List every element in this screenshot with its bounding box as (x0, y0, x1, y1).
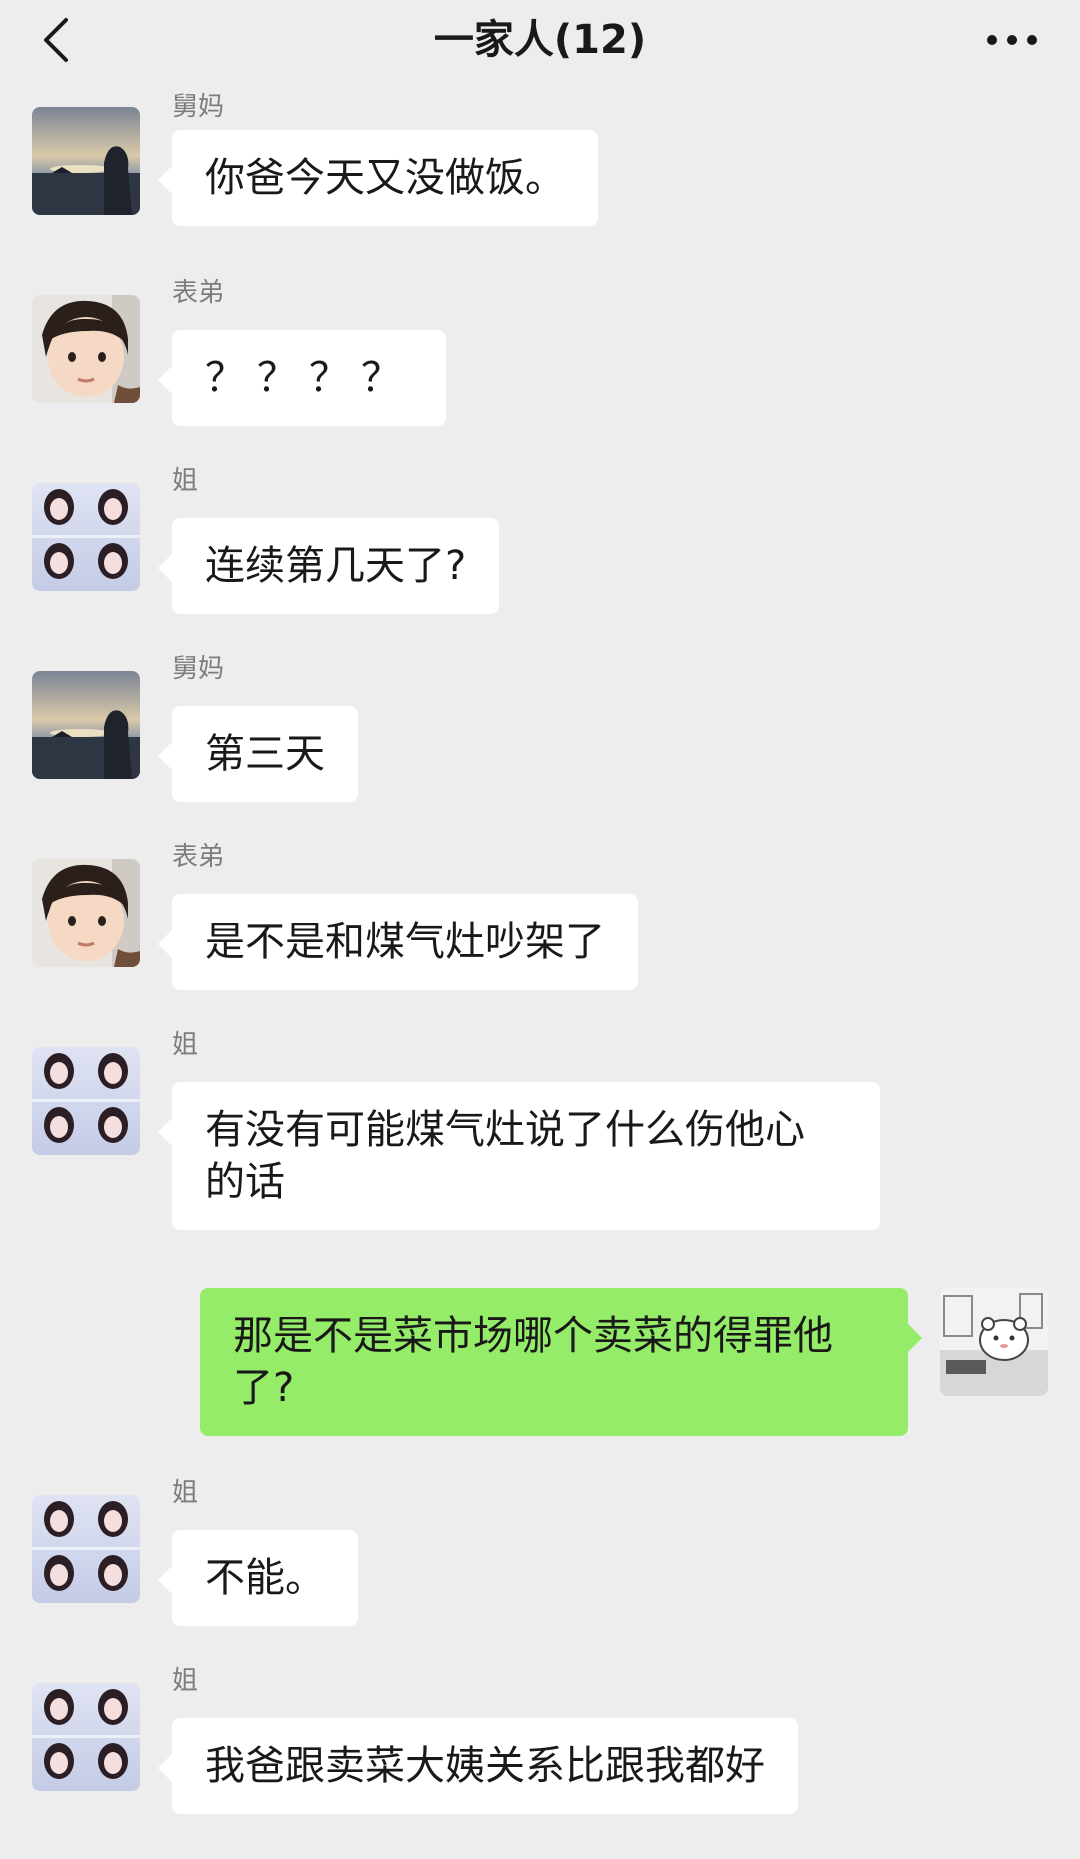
sender-name: 表弟 (172, 842, 225, 872)
message-bubble[interactable]: 连续第几天了? (157, 518, 500, 614)
message-bubble[interactable]: ？？？？ (158, 330, 446, 426)
message-bubble[interactable]: 有没有可能煤气灶说了什么伤他心 的话 (158, 1082, 880, 1230)
sender-name: 姐 (172, 1666, 199, 1696)
message-bubble[interactable]: 是不是和煤气灶吵架了 (158, 894, 638, 990)
more-horizontal-icon (987, 35, 1037, 45)
nav-bar: 一家人(12) (0, 0, 1080, 86)
chat-title: 一家人(12) (433, 17, 647, 63)
message-line: 那是不是菜市场哪个卖菜的得罪他 (233, 1313, 833, 1359)
sender-name: 舅妈 (172, 92, 225, 122)
child-avatar[interactable] (32, 859, 140, 967)
sender-name: 舅妈 (172, 654, 225, 684)
girl-grid-avatar[interactable] (32, 1683, 140, 1791)
message-bubble[interactable]: 不能。 (158, 1530, 358, 1626)
girl-grid-avatar[interactable] (32, 1495, 140, 1603)
child-avatar[interactable] (32, 295, 140, 403)
message-bubble[interactable]: 我爸跟卖菜大姨关系比跟我都好 (158, 1718, 798, 1814)
message-bubble-self[interactable]: 那是不是菜市场哪个卖菜的得罪他 了? (200, 1288, 922, 1436)
cartoon-bear-avatar[interactable] (940, 1288, 1048, 1396)
message-bubble[interactable]: 第三天 (158, 706, 358, 802)
chat-screen: 一家人(12) 舅妈 你爸今天又没做饭。 表弟 ？？？？ 姐 连续第几天了? 舅… (0, 0, 1080, 1859)
sunset-avatar[interactable] (32, 671, 140, 779)
sender-name: 表弟 (172, 278, 225, 308)
message-line: 了? (233, 1365, 295, 1411)
message-line: 的话 (205, 1159, 285, 1205)
girl-grid-avatar[interactable] (32, 1047, 140, 1155)
message-bubble[interactable]: 你爸今天又没做饭。 (158, 130, 598, 226)
sender-name: 姐 (172, 1030, 199, 1060)
more-button[interactable] (984, 22, 1040, 58)
sender-name: 姐 (172, 466, 199, 496)
message-line: 有没有可能煤气灶说了什么伤他心 (205, 1107, 805, 1153)
girl-grid-avatar[interactable] (32, 483, 140, 591)
sunset-avatar[interactable] (32, 107, 140, 215)
sender-name: 姐 (172, 1478, 199, 1508)
